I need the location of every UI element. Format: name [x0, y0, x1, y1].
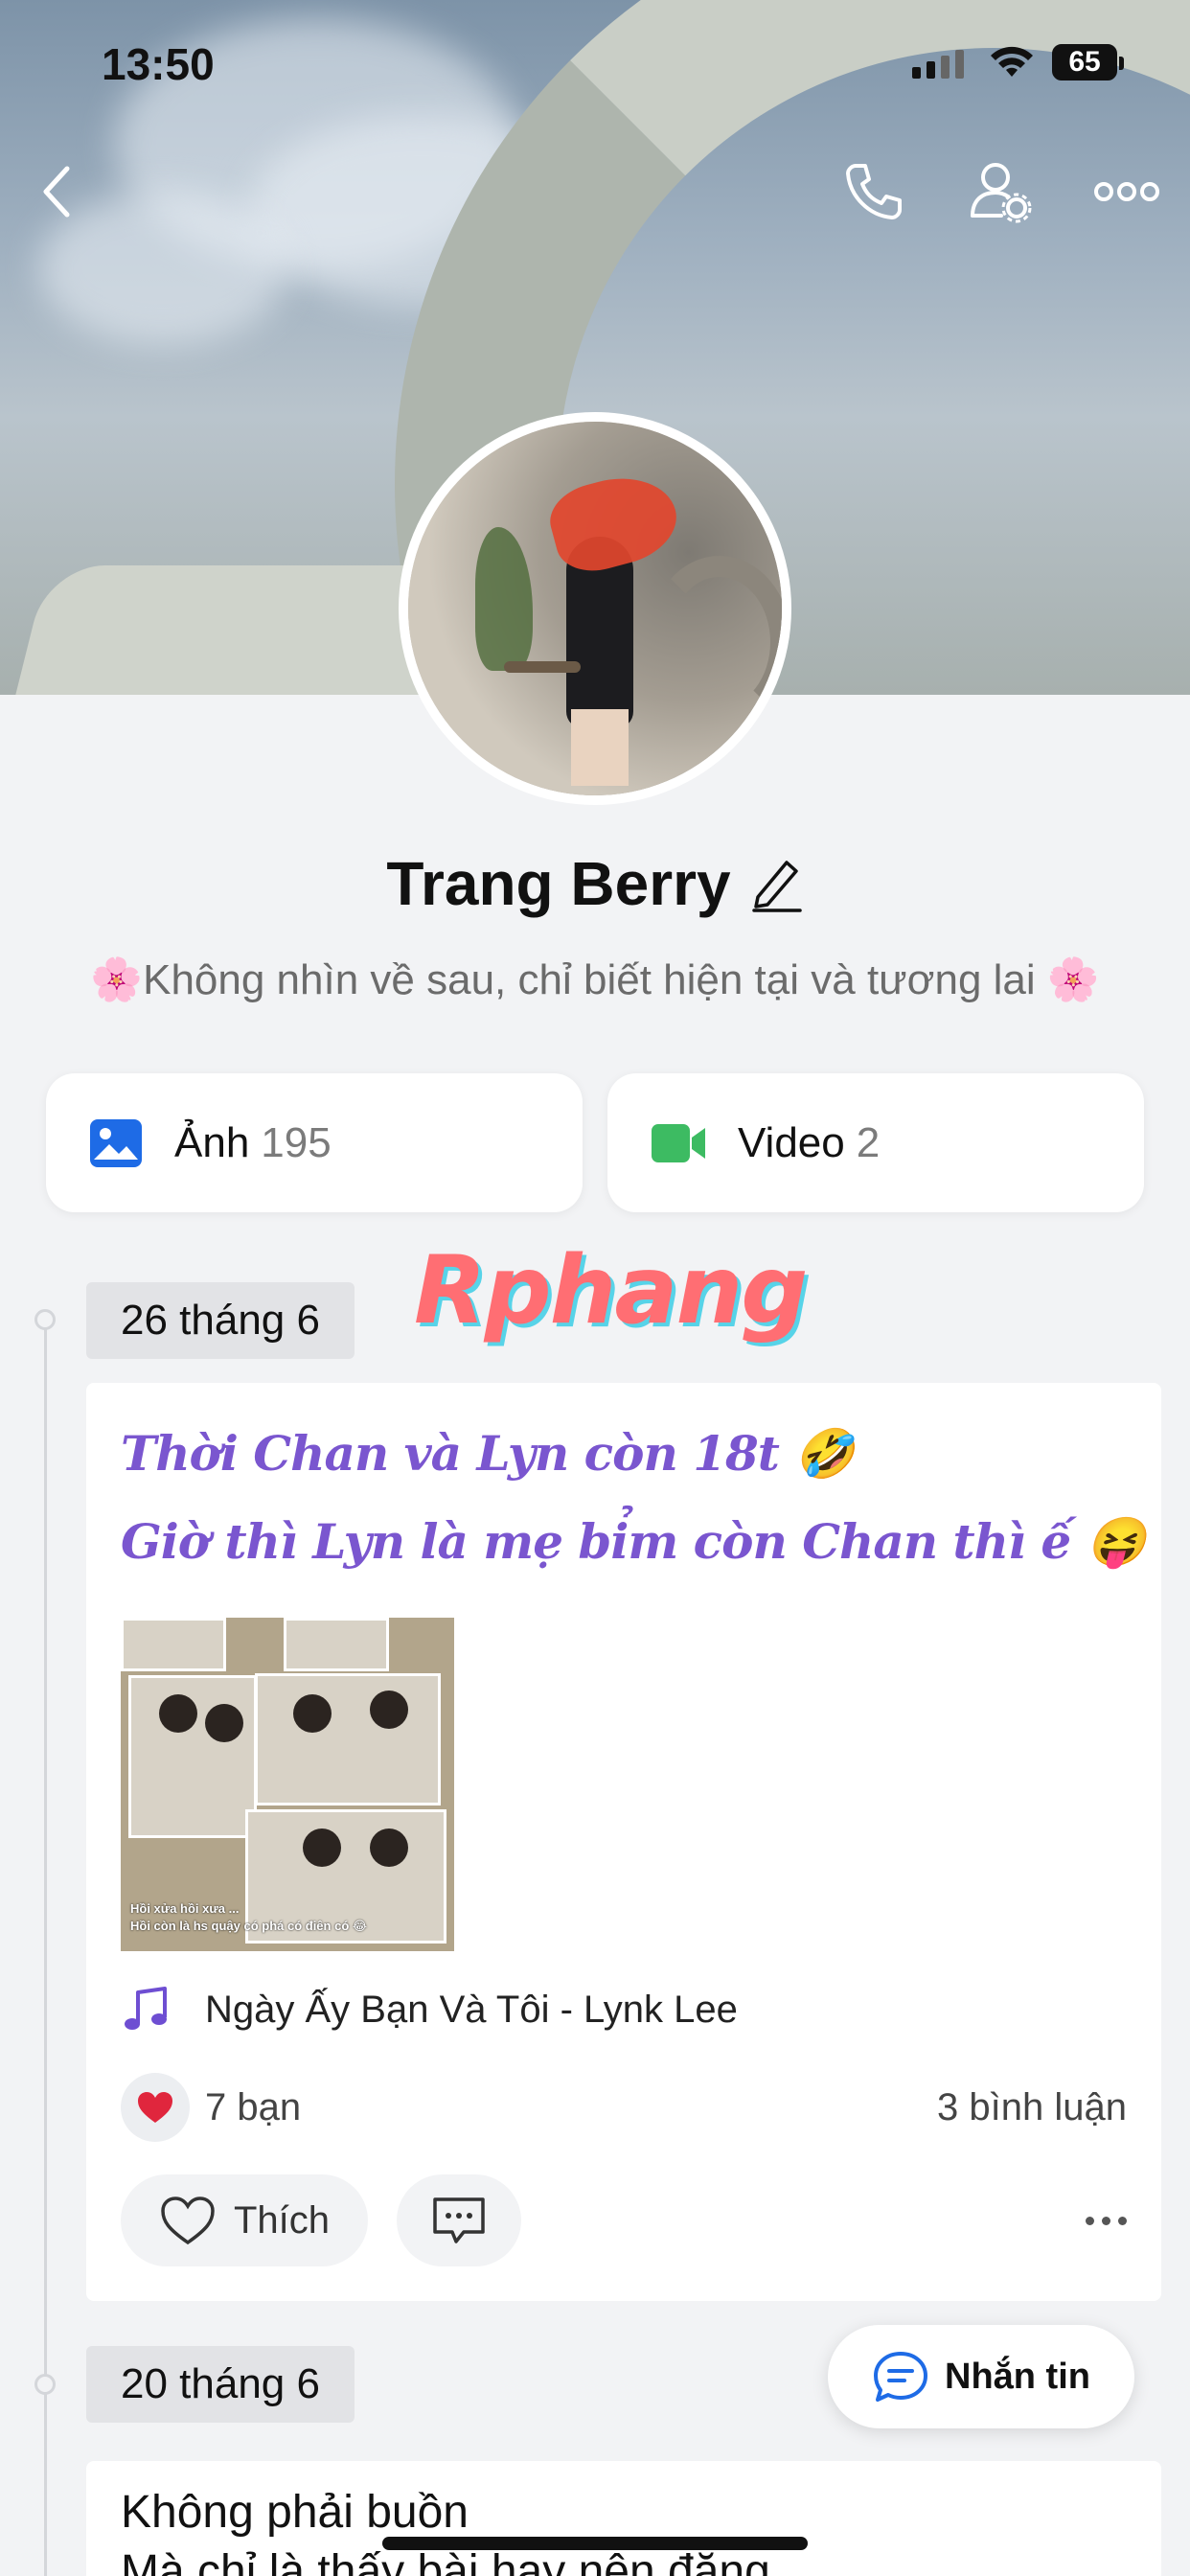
heart-outline-icon [161, 2196, 215, 2245]
comment-icon [433, 2197, 485, 2243]
music-title: Ngày Ấy Bạn Và Tôi - Lynk Lee [205, 1988, 738, 2031]
pencil-icon[interactable] [750, 855, 804, 912]
post-card[interactable]: Thời Chan và Lyn còn 18t 🤣 Giờ thì Lyn l… [86, 1383, 1161, 2301]
home-indicator [382, 2537, 808, 2550]
comment-count[interactable]: 3 bình luận [937, 2086, 1127, 2129]
profile-bio: 🌸Không nhìn về sau, chỉ biết hiện tại và… [90, 956, 1100, 1003]
image-caption: Hồi xửa hồi xưa ... [130, 1901, 240, 1916]
profile-name-row: Trang Berry [0, 848, 1190, 919]
message-button[interactable]: Nhắn tin [828, 2325, 1134, 2428]
phone-icon [846, 164, 902, 219]
photos-label: Ảnh [174, 1118, 250, 1166]
date-chip: 26 tháng 6 [86, 1282, 355, 1359]
watermark: Rphang [414, 1236, 808, 1346]
reaction-row: 7 bạn 3 bình luận [121, 2071, 1127, 2144]
chevron-left-icon [43, 166, 70, 218]
status-time: 13:50 [102, 39, 215, 89]
photos-card[interactable]: Ảnh 195 [46, 1073, 583, 1212]
like-button[interactable]: Thích [121, 2174, 369, 2266]
post-text-line: Không phải buồn [121, 2487, 469, 2538]
timeline-dot [34, 2374, 56, 2395]
videos-count: 2 [856, 1118, 881, 1166]
chat-bubble-icon [874, 2352, 927, 2402]
post-text-line: Giờ thì Lyn là mẹ bỉm còn Chan thì ế 😝 [121, 1513, 1146, 1570]
music-row[interactable]: Ngày Ấy Bạn Và Tôi - Lynk Lee [121, 1985, 738, 2035]
cellular-signal-icon [912, 50, 964, 79]
battery-icon: 65 [1052, 44, 1124, 80]
image-caption: Hồi còn là hs quậy có phá có điên có 😂 [130, 1919, 368, 1933]
status-bar: 13:50 65 [0, 0, 1190, 129]
photos-count: 195 [261, 1118, 332, 1166]
post-image[interactable]: Hồi xửa hồi xưa ... Hồi còn là hs quậy c… [121, 1618, 454, 1951]
user-gear-icon [971, 163, 1032, 223]
avatar-photo [408, 422, 782, 795]
profile-name: Trang Berry [386, 849, 731, 918]
timeline-dot [34, 1309, 56, 1330]
videos-card[interactable]: Video 2 [607, 1073, 1144, 1212]
more-dots-icon [1094, 182, 1159, 201]
post-more-icon[interactable] [1086, 2216, 1127, 2225]
post-card[interactable]: Không phải buồn Mà chỉ là thấy bài hay n… [86, 2461, 1161, 2576]
comment-button[interactable] [397, 2174, 522, 2266]
back-button[interactable] [19, 153, 96, 230]
music-note-icon [125, 1987, 167, 2030]
date-chip: 20 tháng 6 [86, 2346, 355, 2423]
video-icon [652, 1123, 705, 1162]
heart-reaction-icon[interactable] [121, 2073, 190, 2142]
reaction-count[interactable]: 7 bạn [205, 2086, 301, 2129]
videos-label: Video [738, 1118, 845, 1166]
image-icon [90, 1118, 142, 1167]
wifi-icon [991, 46, 1033, 77]
profile-avatar[interactable] [399, 412, 791, 805]
like-label: Thích [234, 2198, 331, 2242]
post-text-line: Thời Chan và Lyn còn 18t 🤣 [121, 1425, 855, 1482]
profile-settings-button[interactable] [962, 153, 1039, 230]
message-label: Nhắn tin [945, 2356, 1090, 2397]
more-options-button[interactable] [1088, 153, 1165, 230]
call-button[interactable] [835, 153, 912, 230]
post-actions: Thích [121, 2174, 1127, 2266]
